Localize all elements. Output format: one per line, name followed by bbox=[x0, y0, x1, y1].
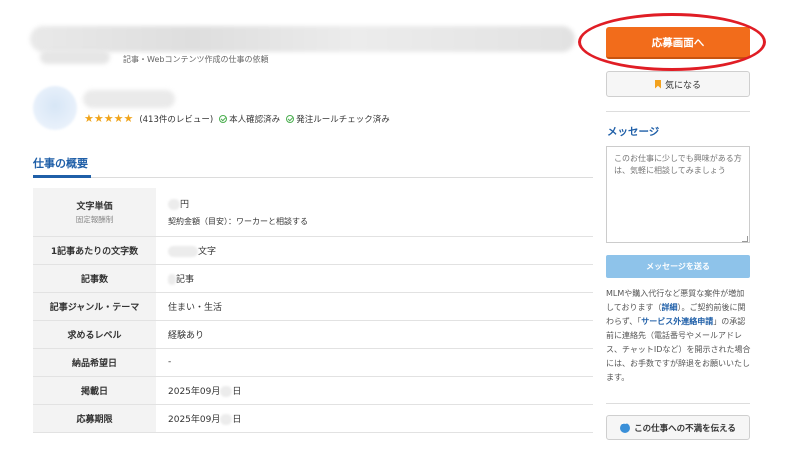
redacted-value bbox=[220, 413, 233, 425]
identity-check-badge: 本人確認済み bbox=[219, 113, 280, 125]
tab-active-indicator bbox=[33, 175, 91, 178]
check-circle-icon bbox=[286, 114, 295, 123]
review-count[interactable]: (413件のレビュー) bbox=[139, 113, 213, 125]
redacted-value bbox=[168, 273, 176, 285]
annotation-circle bbox=[578, 13, 766, 71]
row-sublabel: 固定報酬制 bbox=[75, 214, 114, 224]
send-message-button[interactable]: メッセージを送る bbox=[606, 255, 750, 278]
row-label: 納品希望日 bbox=[33, 348, 156, 377]
external-contact-request-link[interactable]: サービス外連絡申請 bbox=[641, 317, 713, 326]
favorite-button[interactable]: 気になる bbox=[606, 71, 750, 97]
row-label: 文字単価 固定報酬制 bbox=[33, 188, 156, 237]
row-value: 文字 bbox=[156, 236, 593, 265]
message-textarea[interactable] bbox=[606, 146, 750, 243]
tab-job-overview[interactable]: 仕事の概要 bbox=[33, 155, 88, 171]
message-heading: メッセージ bbox=[607, 126, 660, 138]
table-row: 掲載日 2025年09月日 bbox=[33, 376, 593, 405]
identity-check-label: 本人確認済み bbox=[229, 114, 281, 125]
row-value-sub: 契約金額（目安）：ワーカーと相談する bbox=[168, 216, 308, 226]
rule-check-badge: 発注ルールチェック済み bbox=[286, 113, 390, 125]
table-row: 求めるレベル 経験あり bbox=[33, 320, 593, 349]
job-summary-table: 文字単価 固定報酬制 円 契約金額（目安）：ワーカーと相談する 1記事あたりの文… bbox=[33, 188, 593, 433]
row-value: 2025年09月日 bbox=[156, 376, 593, 405]
client-avatar[interactable] bbox=[33, 86, 77, 130]
table-row: 記事数 記事 bbox=[33, 264, 593, 293]
table-row: 1記事あたりの文字数 文字 bbox=[33, 236, 593, 265]
row-label: 記事数 bbox=[33, 264, 156, 293]
row-value: 円 契約金額（目安）：ワーカーと相談する bbox=[156, 188, 593, 237]
redacted-value bbox=[168, 245, 198, 257]
client-rating-row: ★★★★★ (413件のレビュー) 本人確認済み 発注ルールチェック済み bbox=[84, 112, 390, 125]
row-value: 住まい・生活 bbox=[156, 292, 593, 321]
row-label: 掲載日 bbox=[33, 376, 156, 405]
report-complaint-button[interactable]: この仕事への不満を伝える bbox=[606, 415, 750, 440]
row-label: 1記事あたりの文字数 bbox=[33, 236, 156, 265]
complaint-label: この仕事への不満を伝える bbox=[634, 423, 736, 434]
rule-check-label: 発注ルールチェック済み bbox=[296, 114, 390, 125]
row-label: 記事ジャンル・テーマ bbox=[33, 292, 156, 321]
redacted-value bbox=[220, 385, 233, 397]
resize-handle-icon[interactable] bbox=[742, 236, 748, 242]
job-title-blurred-line2 bbox=[40, 50, 110, 64]
row-value: - bbox=[156, 348, 593, 377]
row-value: 記事 bbox=[156, 264, 593, 293]
table-row: 文字単価 固定報酬制 円 契約金額（目安）：ワーカーと相談する bbox=[33, 188, 593, 237]
table-row: 納品希望日 - bbox=[33, 348, 593, 377]
client-name-blurred[interactable] bbox=[83, 90, 175, 108]
star-rating-icon: ★★★★★ bbox=[84, 112, 134, 125]
job-title-blurred bbox=[30, 26, 575, 52]
table-row: 応募期限 2025年09月日 bbox=[33, 404, 593, 433]
row-label: 応募期限 bbox=[33, 404, 156, 433]
tab-divider bbox=[33, 177, 593, 178]
row-value: 2025年09月日 bbox=[156, 404, 593, 433]
sidebar-divider bbox=[606, 403, 750, 404]
row-label: 求めるレベル bbox=[33, 320, 156, 349]
details-link[interactable]: 詳細 bbox=[662, 303, 678, 312]
redacted-value bbox=[168, 198, 180, 210]
check-circle-icon bbox=[219, 114, 228, 123]
table-row: 記事ジャンル・テーマ 住まい・生活 bbox=[33, 292, 593, 321]
chat-bubble-icon bbox=[620, 420, 631, 433]
warning-notice: MLMや購入代行など悪質な案件が増加しております（詳細）。ご契約前後に関わらず、… bbox=[606, 289, 751, 382]
bookmark-icon bbox=[654, 79, 661, 89]
row-value: 経験あり bbox=[156, 320, 593, 349]
favorite-label: 気になる bbox=[664, 80, 701, 91]
category-subtitle: 記事・Webコンテンツ作成の仕事の依頼 bbox=[123, 55, 269, 64]
sidebar-divider bbox=[606, 111, 750, 112]
